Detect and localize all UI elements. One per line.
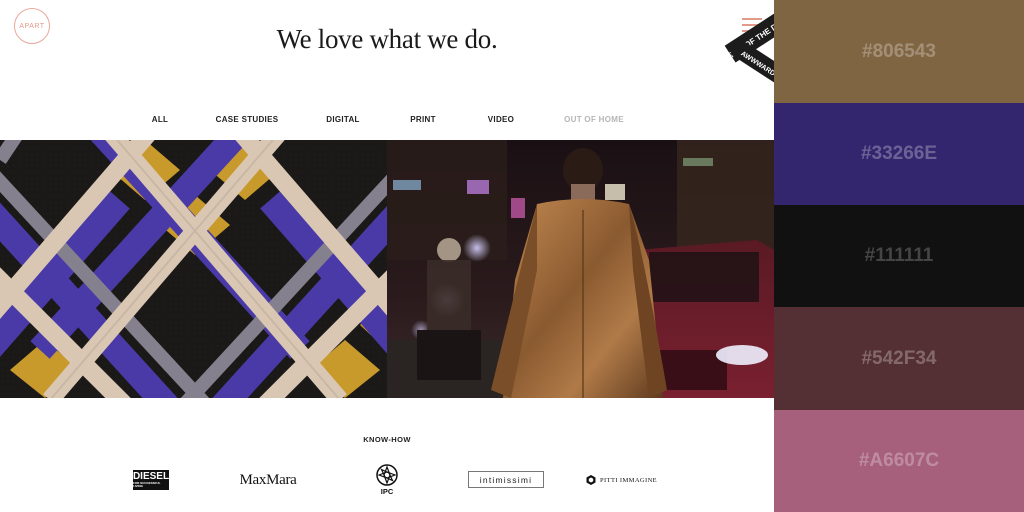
- filter-video[interactable]: VIDEO: [488, 115, 514, 124]
- filter-case-studies[interactable]: CASE STUDIES: [216, 115, 279, 124]
- swatch-1-hex: #806543: [862, 40, 936, 62]
- pitti-hexagon-icon: [586, 475, 596, 485]
- filter-all[interactable]: ALL: [152, 115, 168, 124]
- filter-digital[interactable]: DIGITAL: [326, 115, 360, 124]
- filter-print[interactable]: PRINT: [410, 115, 436, 124]
- page-headline: We love what we do.: [276, 24, 498, 54]
- case-study-pattern-image[interactable]: [0, 140, 387, 398]
- swatch-4-hex: #542F34: [861, 347, 937, 369]
- filter-out-of-home[interactable]: OUT OF HOME: [564, 115, 624, 124]
- case-study-photo-image[interactable]: [387, 140, 774, 398]
- intimissimi-logo[interactable]: intimissimi: [468, 471, 544, 488]
- know-how-label: KNOW-HOW: [363, 435, 411, 444]
- website-preview: APART We love what we do. SITE OF THE DA…: [0, 0, 774, 512]
- swatch-3-hex: #111111: [864, 245, 934, 266]
- swatch-5: #A6607C: [774, 410, 1024, 512]
- filter-nav: ALL CASE STUDIES DIGITAL PRINT VIDEO OUT…: [0, 115, 774, 127]
- maxmara-logo-text: MaxMara: [239, 471, 297, 488]
- swatch-1: #806543: [774, 0, 1024, 103]
- diesel-tagline: FOR SUCCESSFUL LIVING: [133, 481, 161, 488]
- site-of-the-day-badge[interactable]: SITE OF THE DAY AWWWARDS: [722, 0, 774, 114]
- pitti-logo-text: PITTI IMMAGINE: [600, 476, 658, 484]
- swatch-5-hex: #A6607C: [858, 450, 940, 471]
- swatch-4: #542F34: [774, 307, 1024, 410]
- swatch-3: #111111: [774, 205, 1024, 307]
- swatch-2-hex: #33266E: [860, 143, 938, 164]
- pitti-immagine-logo[interactable]: PITTI IMMAGINE: [586, 473, 666, 487]
- client-logos: DIESEL FOR SUCCESSFUL LIVING MaxMara IPC…: [0, 460, 774, 500]
- maxmara-logo[interactable]: MaxMara: [232, 470, 304, 490]
- ipc-flower-icon: [376, 464, 398, 486]
- swatch-2: #33266E: [774, 103, 1024, 205]
- ipc-logo-text: IPC: [380, 487, 394, 496]
- color-palette: #806543 #33266E #111111 #542F34 #A6607C: [774, 0, 1024, 512]
- diesel-logo[interactable]: DIESEL FOR SUCCESSFUL LIVING: [133, 470, 169, 490]
- intimissimi-logo-text: intimissimi: [479, 474, 533, 485]
- ipc-logo[interactable]: IPC: [372, 462, 402, 498]
